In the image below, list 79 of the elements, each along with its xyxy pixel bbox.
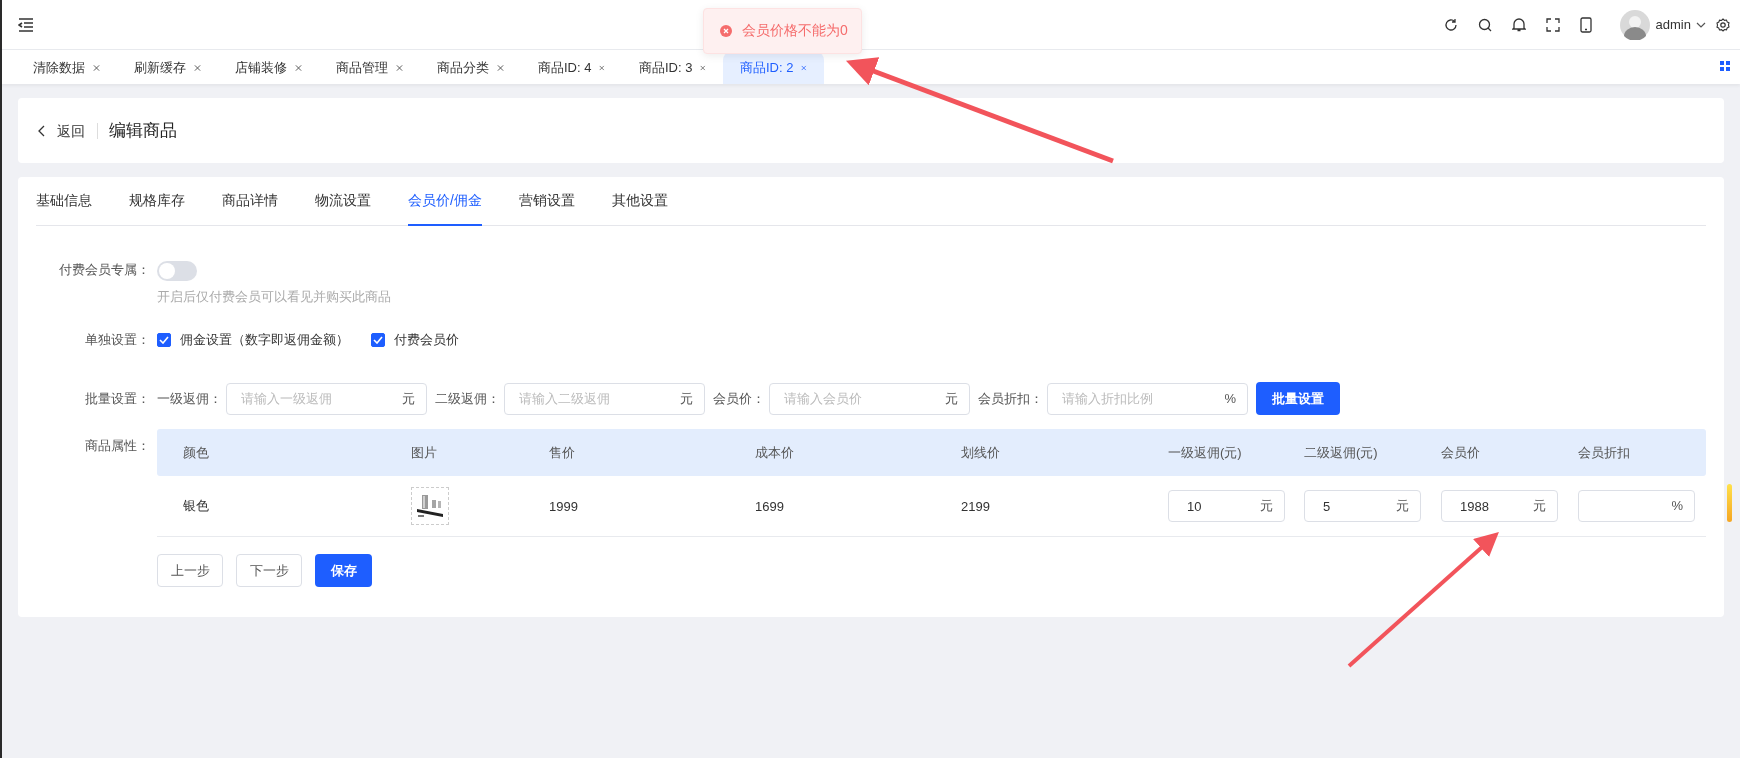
scroll-indicator bbox=[1727, 484, 1732, 522]
form-button[interactable]: 下一步 bbox=[236, 554, 302, 587]
form-tab[interactable]: 商品详情 bbox=[222, 177, 278, 226]
close-icon[interactable] bbox=[93, 64, 100, 72]
unit-label: 元 bbox=[1533, 498, 1546, 514]
toggle-switch[interactable] bbox=[157, 261, 197, 281]
table-cell: 1999 bbox=[549, 498, 578, 514]
field-label: 商品属性： bbox=[84, 437, 150, 455]
page-tab[interactable]: 清除数据 bbox=[16, 52, 117, 84]
fullscreen-icon[interactable] bbox=[1545, 17, 1560, 32]
error-icon bbox=[720, 25, 732, 37]
checkbox[interactable] bbox=[371, 333, 385, 347]
close-icon[interactable] bbox=[599, 64, 605, 72]
form-tab[interactable]: 物流设置 bbox=[315, 177, 371, 226]
page-tab[interactable]: 商品分类 bbox=[420, 52, 521, 84]
menu-icon[interactable] bbox=[18, 17, 34, 32]
column-header: 会员价 bbox=[1441, 443, 1481, 462]
search-icon[interactable] bbox=[1477, 17, 1492, 32]
table-cell: 银色 bbox=[183, 497, 209, 515]
table-cell: 1699 bbox=[755, 498, 784, 514]
page-tab[interactable]: 店铺装修 bbox=[218, 52, 319, 84]
column-header: 颜色 bbox=[182, 443, 210, 462]
unit-label: % bbox=[1671, 498, 1683, 514]
page-tab[interactable]: 商品ID: 2 bbox=[723, 52, 824, 84]
user-name[interactable]: admin bbox=[1655, 17, 1691, 32]
batch-set-button[interactable]: 批量设置 bbox=[1256, 382, 1340, 415]
field-label: 单独设置： bbox=[84, 331, 150, 349]
page-tab[interactable]: 商品管理 bbox=[319, 52, 420, 84]
input-field[interactable] bbox=[1578, 490, 1695, 522]
field-label: 一级返佣： bbox=[157, 389, 222, 408]
avatar-icon[interactable] bbox=[1619, 9, 1650, 40]
field-label: 二级返佣： bbox=[435, 389, 500, 408]
unit-label: 元 bbox=[1260, 498, 1273, 514]
column-header: 售价 bbox=[549, 443, 576, 462]
chevron-down-icon[interactable] bbox=[1696, 21, 1706, 28]
checkbox-label[interactable]: 付费会员价 bbox=[394, 331, 459, 349]
field-label: 会员价： bbox=[713, 389, 765, 408]
column-header: 一级返佣(元) bbox=[1168, 443, 1243, 462]
close-icon[interactable] bbox=[497, 64, 504, 72]
table-cell: 2199 bbox=[961, 498, 990, 514]
field-label: 付费会员专属： bbox=[58, 261, 150, 279]
page-title: 编辑商品 bbox=[109, 120, 177, 142]
checkbox-label[interactable]: 佣金设置（数字即返佣金额） bbox=[180, 331, 349, 349]
unit-label: 元 bbox=[402, 390, 415, 407]
form-button[interactable]: 上一步 bbox=[157, 554, 223, 587]
close-icon[interactable] bbox=[700, 64, 706, 72]
page-tab[interactable]: 商品ID: 3 bbox=[622, 52, 723, 84]
tablet-icon[interactable] bbox=[1579, 16, 1592, 33]
close-icon[interactable] bbox=[396, 64, 403, 72]
form-button[interactable]: 保存 bbox=[315, 554, 372, 587]
unit-label: 元 bbox=[1396, 498, 1409, 514]
page-tab[interactable]: 商品ID: 4 bbox=[521, 52, 622, 84]
column-header: 成本价 bbox=[755, 443, 795, 462]
close-icon[interactable] bbox=[801, 64, 807, 72]
refresh-icon[interactable] bbox=[1443, 17, 1458, 32]
form-tab[interactable]: 基础信息 bbox=[36, 177, 92, 226]
back-link[interactable]: 返回 bbox=[57, 122, 98, 139]
close-icon[interactable] bbox=[295, 64, 302, 72]
field-label: 会员折扣： bbox=[978, 389, 1043, 408]
settings-icon[interactable] bbox=[1716, 17, 1730, 32]
column-header: 二级返佣(元) bbox=[1304, 443, 1379, 462]
bell-icon[interactable] bbox=[1511, 17, 1526, 32]
unit-label: 元 bbox=[680, 390, 693, 407]
unit-label: 元 bbox=[945, 390, 958, 407]
column-header: 划线价 bbox=[961, 443, 1001, 462]
form-tab[interactable]: 营销设置 bbox=[518, 177, 575, 226]
grid-icon[interactable] bbox=[1720, 61, 1730, 71]
unit-label: % bbox=[1224, 390, 1236, 407]
form-tab[interactable]: 规格库存 bbox=[129, 177, 185, 226]
form-tab[interactable]: 会员价/佣金 bbox=[408, 177, 482, 226]
form-tab[interactable]: 其他设置 bbox=[611, 177, 668, 226]
close-icon[interactable] bbox=[194, 64, 201, 72]
field-label: 批量设置： bbox=[84, 389, 150, 408]
column-header: 图片 bbox=[411, 443, 438, 462]
toast-message: 会员价格不能为0 bbox=[742, 22, 848, 40]
page-tab[interactable]: 刷新缓存 bbox=[117, 52, 218, 84]
column-header: 会员折扣 bbox=[1578, 443, 1631, 462]
checkbox[interactable] bbox=[157, 333, 171, 347]
hint-text: 开启后仅付费会员可以看见并购买此商品 bbox=[157, 288, 391, 306]
